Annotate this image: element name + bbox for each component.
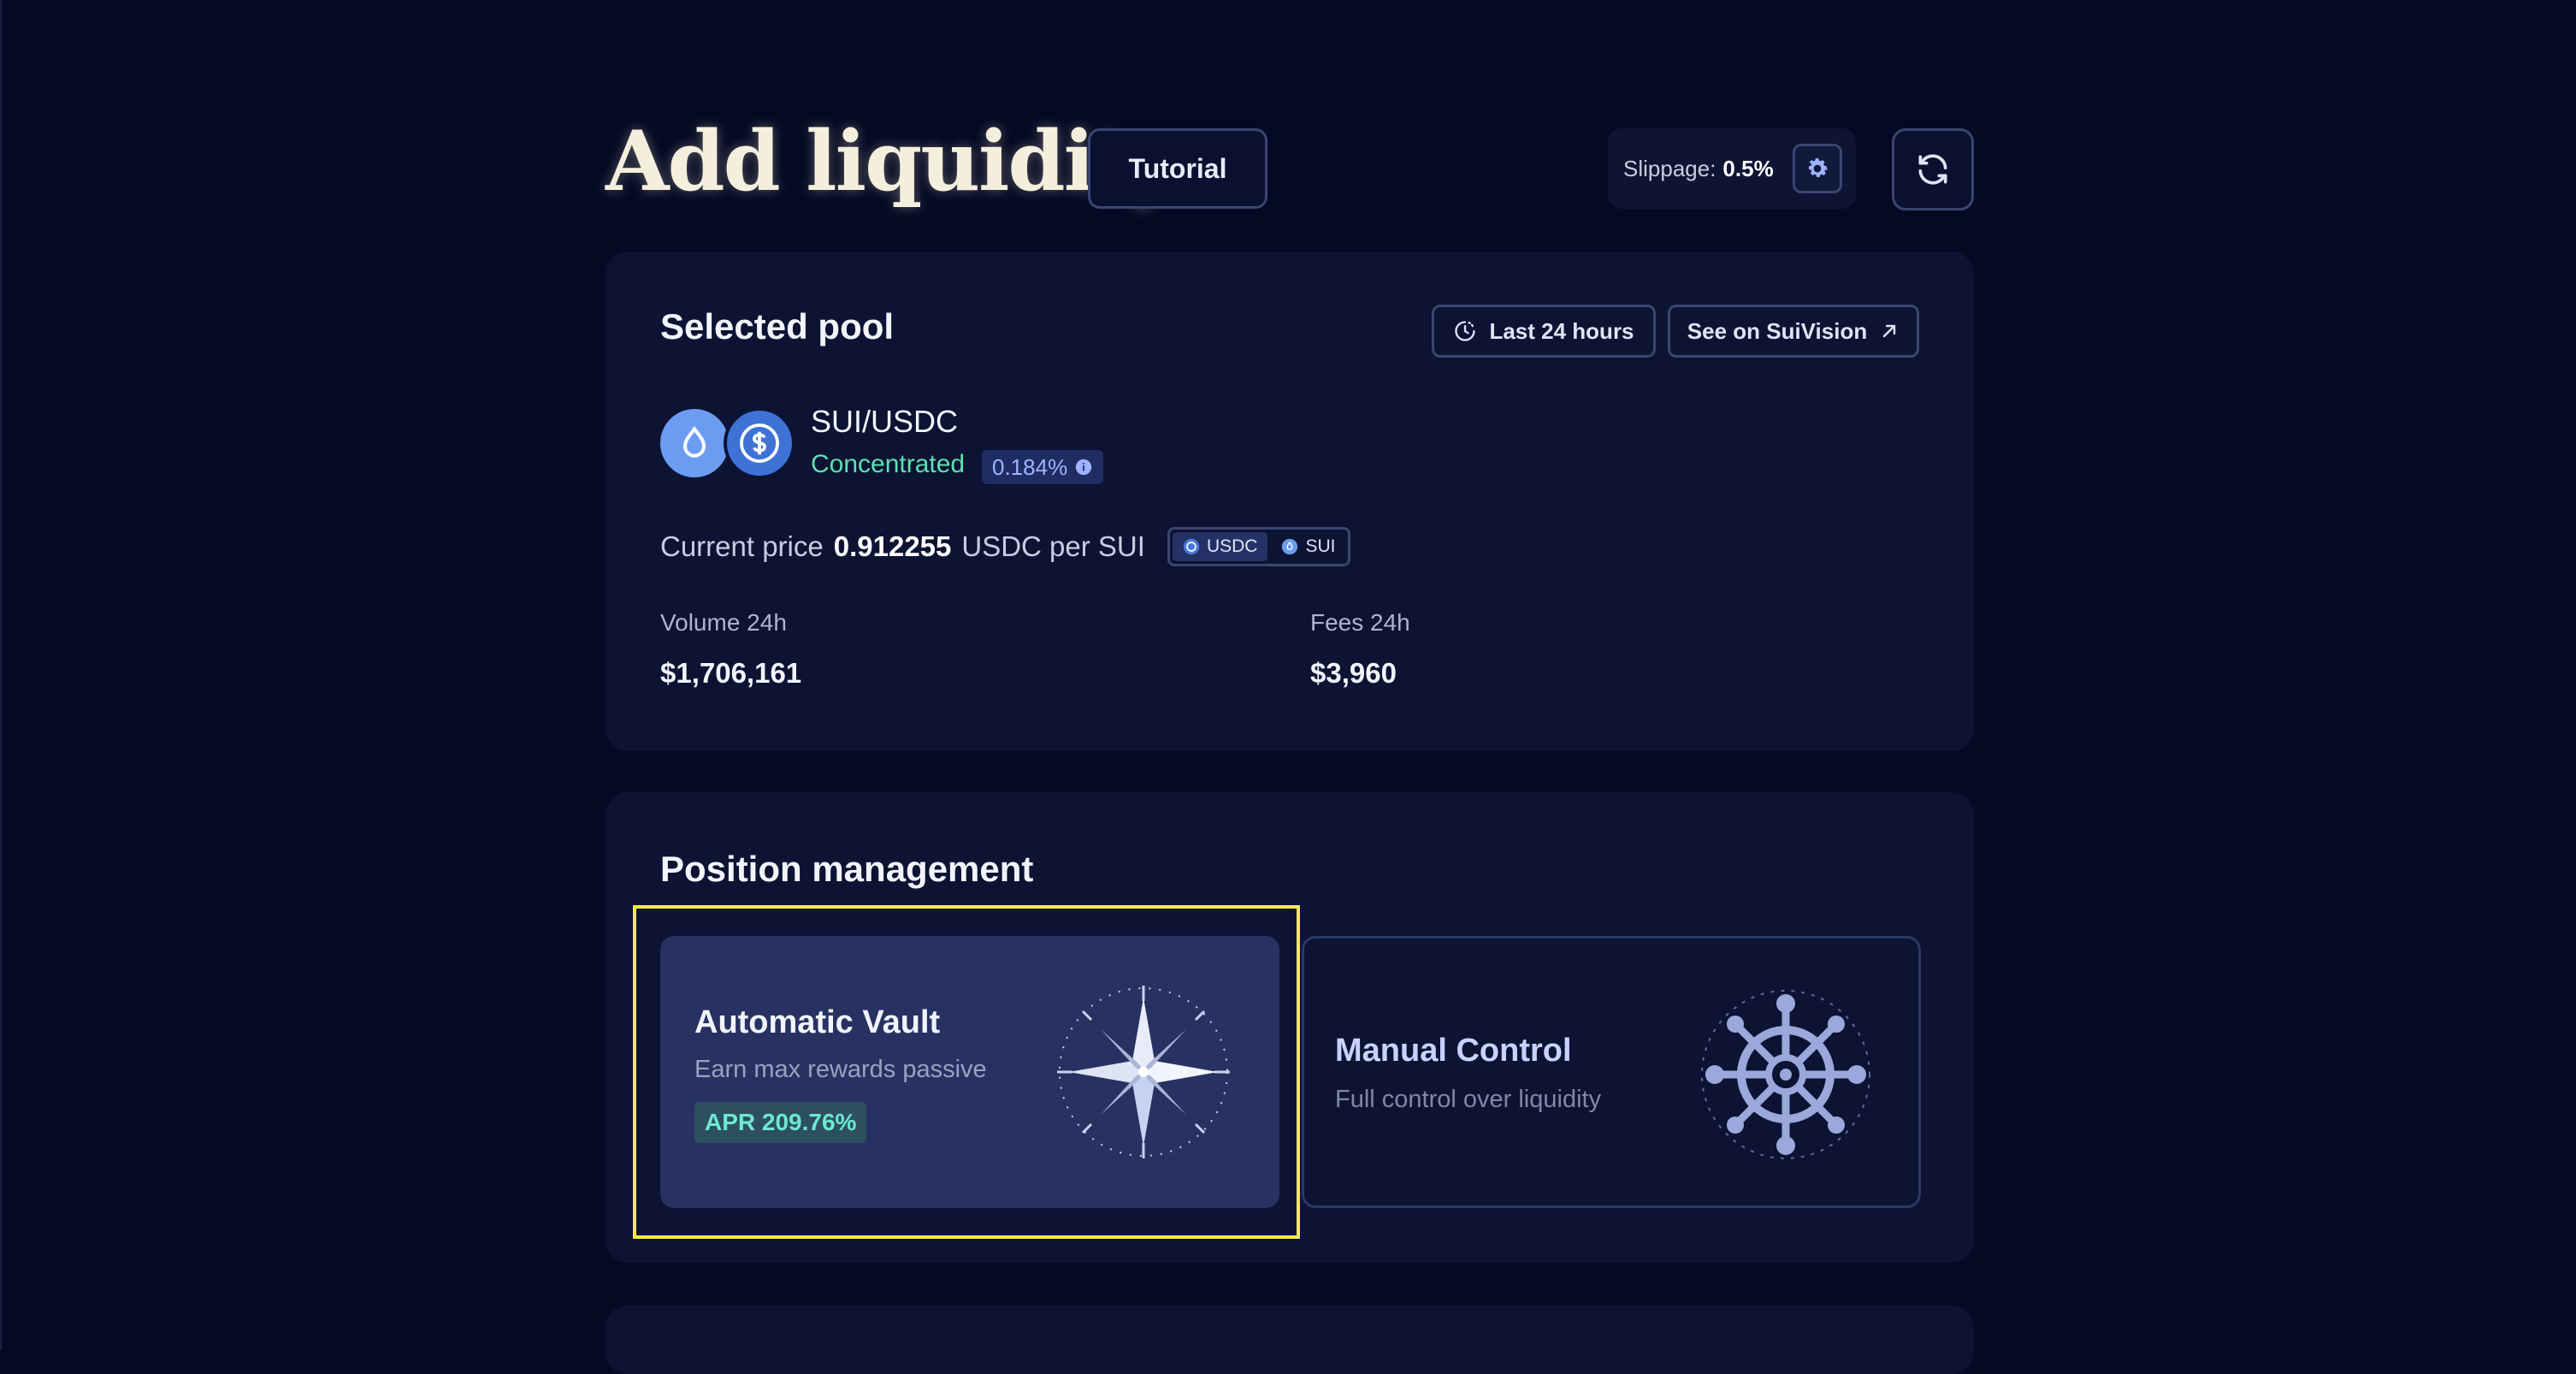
selection-highlight bbox=[633, 905, 1300, 1239]
pool-pair-name: SUI/USDC bbox=[811, 404, 959, 439]
selected-pool-title: Selected pool bbox=[660, 306, 895, 346]
usdc-token-icon bbox=[724, 407, 795, 479]
pool-type: Concentrated bbox=[811, 450, 966, 478]
gear-icon bbox=[1809, 158, 1828, 177]
option-title: Manual Control bbox=[1335, 1033, 1572, 1069]
price-value: 0.912255 bbox=[833, 530, 952, 562]
volume-24h-value: $1,706,161 bbox=[660, 657, 802, 689]
toggle-option-usdc[interactable]: USDC bbox=[1172, 532, 1268, 561]
manual-control-option[interactable]: Manual Control Full control over liquidi… bbox=[1302, 936, 1921, 1208]
toggle-option-sui[interactable]: SUI bbox=[1271, 532, 1345, 561]
time-range-button[interactable]: Last 24 hours bbox=[1432, 305, 1656, 358]
slippage-settings-button[interactable] bbox=[1793, 144, 1842, 193]
pool-fee-badge[interactable]: 0.184% bbox=[982, 450, 1104, 484]
pair-token-icons bbox=[660, 407, 797, 479]
external-link-icon bbox=[1883, 324, 1896, 338]
current-price-row: Current price 0.912255 USDC per SUI USDC… bbox=[660, 527, 1351, 566]
explorer-label: See on SuiVision bbox=[1687, 317, 1868, 344]
position-management-title: Position management bbox=[660, 849, 1034, 889]
pool-fee-value: 0.184% bbox=[992, 453, 1068, 480]
volume-24h-label: Volume 24h bbox=[660, 609, 787, 636]
info-icon bbox=[1076, 459, 1092, 476]
tutorial-button[interactable]: Tutorial bbox=[1088, 128, 1267, 209]
price-label: Current price bbox=[660, 530, 824, 562]
fees-24h-label: Fees 24h bbox=[1310, 609, 1410, 636]
next-section-card bbox=[606, 1306, 1974, 1374]
selected-pool-card: Selected pool Last 24 hours See on SuiVi… bbox=[606, 252, 1974, 751]
fees-24h-value: $3,960 bbox=[1310, 657, 1397, 689]
window-edge bbox=[0, 0, 2, 1350]
see-on-suivision-button[interactable]: See on SuiVision bbox=[1668, 305, 1919, 358]
refresh-button[interactable] bbox=[1892, 128, 1974, 210]
clock-icon bbox=[1455, 321, 1476, 341]
time-range-label: Last 24 hours bbox=[1489, 317, 1634, 344]
price-denomination-toggle[interactable]: USDC SUI bbox=[1167, 527, 1351, 566]
ship-wheel-icon bbox=[1701, 990, 1870, 1159]
sui-token-icon bbox=[660, 409, 729, 477]
slippage-value: 0.5% bbox=[1722, 155, 1774, 181]
slippage-label: Slippage: bbox=[1623, 155, 1716, 181]
slippage-control[interactable]: Slippage: 0.5% bbox=[1608, 128, 1856, 209]
option-subtitle: Full control over liquidity bbox=[1335, 1086, 1602, 1113]
usdc-icon bbox=[1183, 538, 1200, 555]
refresh-icon bbox=[1918, 154, 1947, 185]
price-unit: USDC per SUI bbox=[961, 530, 1145, 562]
sui-icon bbox=[1282, 538, 1298, 555]
